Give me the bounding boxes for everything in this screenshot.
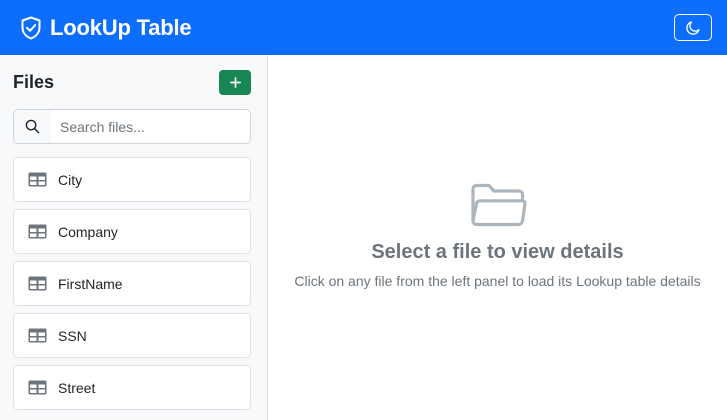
table-icon — [28, 172, 47, 187]
search-addon — [14, 110, 51, 143]
search-group — [13, 109, 251, 144]
theme-toggle-button[interactable] — [674, 14, 712, 41]
file-label: Street — [58, 379, 96, 396]
table-icon — [28, 328, 47, 343]
app-title: LookUp Table — [50, 14, 192, 40]
brand[interactable]: LookUp Table — [20, 14, 192, 41]
folder-open-icon — [470, 183, 527, 227]
file-item-ssn[interactable]: SSN — [13, 313, 251, 358]
search-input[interactable] — [51, 110, 250, 143]
empty-state-subtitle: Click on any file from the left panel to… — [294, 273, 701, 289]
table-icon — [28, 380, 47, 395]
add-file-button[interactable] — [219, 69, 251, 95]
files-sidebar: Files City — [0, 55, 268, 420]
search-icon — [25, 119, 40, 134]
moon-icon — [686, 20, 700, 35]
file-item-company[interactable]: Company — [13, 209, 251, 254]
file-item-firstname[interactable]: FirstName — [13, 261, 251, 306]
sidebar-title: Files — [13, 71, 55, 92]
table-icon — [28, 224, 47, 239]
file-label: Company — [58, 223, 118, 240]
file-label: City — [58, 171, 83, 188]
file-label: FirstName — [58, 275, 123, 292]
empty-state-title: Select a file to view details — [371, 241, 624, 263]
file-item-street[interactable]: Street — [13, 365, 251, 410]
table-icon — [28, 276, 47, 291]
file-list: City Company FirstName SSN Street — [13, 157, 251, 417]
file-item-city[interactable]: City — [13, 157, 251, 202]
file-label: SSN — [58, 327, 87, 344]
sidebar-header: Files — [13, 55, 251, 109]
top-navbar: LookUp Table — [0, 0, 727, 55]
plus-icon — [229, 76, 241, 88]
shield-check-icon — [21, 16, 41, 39]
details-panel: Select a file to view details Click on a… — [268, 55, 727, 420]
